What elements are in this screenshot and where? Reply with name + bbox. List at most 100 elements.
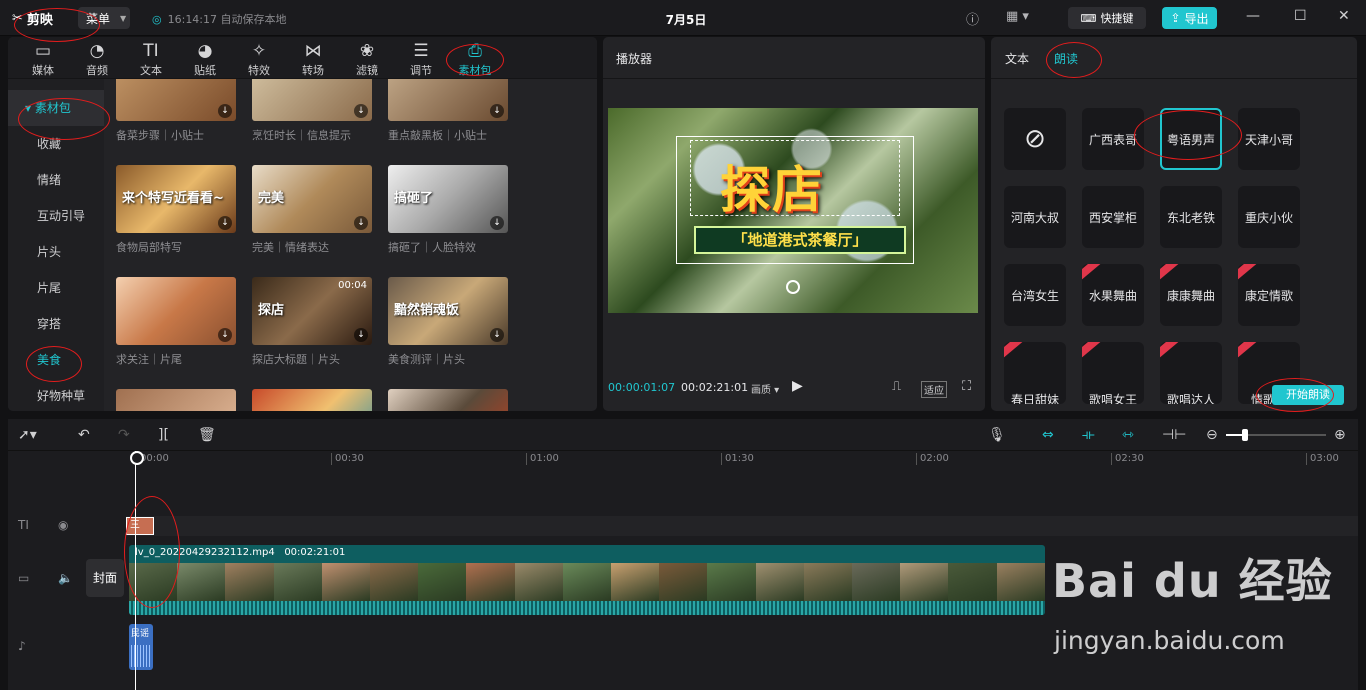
fullscreen-icon[interactable]: ⛶	[962, 379, 971, 394]
layout-icon[interactable]: ▦ ▾	[1006, 9, 1029, 24]
voice-option[interactable]: 康定情歌	[1238, 264, 1300, 326]
material-card[interactable]: ↓ 备菜步骤｜小贴士	[116, 79, 236, 143]
tab-effects[interactable]: ✧ 特效	[237, 40, 281, 78]
tab-text[interactable]: 文本	[1005, 50, 1029, 67]
keyboard-icon: ⌨	[1080, 11, 1097, 25]
material-card[interactable]: TODAY	[252, 389, 372, 411]
voice-option[interactable]: 歌唱女王	[1082, 342, 1144, 404]
download-icon[interactable]: ↓	[490, 328, 504, 342]
material-card[interactable]	[116, 389, 236, 411]
export-button[interactable]: ⇪ 导出	[1162, 7, 1217, 29]
rotate-handle-icon[interactable]	[786, 280, 800, 294]
download-icon[interactable]: ↓	[218, 328, 232, 342]
preview-axis-icon[interactable]: ⊣⊢	[1162, 427, 1186, 443]
voice-label: 东北老铁	[1166, 210, 1215, 225]
sidebar-item[interactable]: 互动引导	[8, 198, 104, 234]
close-icon[interactable]: ✕	[1338, 8, 1350, 24]
player-title: 播放器	[616, 52, 653, 66]
tab-filter[interactable]: ❀ 滤镜	[345, 40, 389, 78]
zoom-out-icon[interactable]: ⊖	[1206, 427, 1218, 443]
split-icon[interactable]: ][	[158, 427, 169, 443]
redo-icon[interactable]: ↷	[118, 427, 130, 443]
zoom-in-icon[interactable]: ⊕	[1334, 427, 1346, 443]
microphone-icon[interactable]: 🎙	[988, 427, 1006, 443]
speaker-icon[interactable]: 🔈	[58, 571, 73, 585]
sidebar-item[interactable]: 片尾	[8, 270, 104, 306]
voice-option[interactable]: 台湾女生	[1004, 264, 1066, 326]
undo-icon[interactable]: ↶	[78, 427, 90, 443]
download-icon[interactable]: ↓	[354, 104, 368, 118]
ruler-tick-label: 02:30	[1111, 453, 1144, 465]
minimize-icon[interactable]: —	[1246, 8, 1260, 24]
tab-adjust[interactable]: ☰ 调节	[399, 40, 443, 78]
audio-track-icon: ♪	[18, 639, 26, 653]
video-clip[interactable]: lv_0_20220429232112.mp4 00:02:21:01	[129, 545, 1045, 615]
material-card[interactable]: 探店 00:04 ↓ 探店大标题｜片头	[252, 277, 372, 367]
help-icon[interactable]: ⓘ	[966, 9, 979, 28]
maximize-icon[interactable]: ☐	[1294, 8, 1307, 24]
video-frame-thumbnail	[659, 563, 708, 601]
video-frame-thumbnail	[803, 563, 853, 601]
voice-option[interactable]: 河南大叔	[1004, 186, 1066, 248]
material-card[interactable]: 来个特写近看看~ ↓ 食物局部特写	[116, 165, 236, 255]
tab-sticker[interactable]: ◕ 贴纸	[183, 40, 227, 78]
material-card[interactable]: ↓ 求关注｜片尾	[116, 277, 236, 367]
tab-audio[interactable]: ◔ 音频	[75, 40, 119, 78]
voice-option[interactable]: 天津小哥	[1238, 108, 1300, 170]
play-icon[interactable]: ▶	[792, 378, 803, 394]
material-panel: ▭ 媒体 ◔ 音频 TI 文本 ◕ 贴纸 ✧ 特效 ⋈ 转场 ❀ 滤镜 ☰ 调节 ⎙ 素材包 ▾ 素材包 收藏 情绪互…	[8, 37, 597, 411]
sidebar-item[interactable]: 穿搭	[8, 306, 104, 342]
main-track-magnet-icon[interactable]: ⇔	[1042, 427, 1054, 443]
sidebar-item[interactable]: 片头	[8, 234, 104, 270]
video-frame-thumbnail	[321, 563, 371, 601]
linkage-icon[interactable]: ⇿	[1122, 427, 1134, 443]
project-title: 7月5日	[665, 13, 707, 27]
tab-label: 音频	[86, 64, 108, 77]
zoom-slider-handle[interactable]	[1242, 429, 1248, 441]
sidebar-item[interactable]: 情绪	[8, 162, 104, 198]
quality-select[interactable]: 画质 ▾	[751, 381, 779, 396]
material-label: 重点敲黑板｜小贴士	[388, 129, 487, 142]
shortcut-button[interactable]: ⌨ 快捷键	[1068, 7, 1146, 29]
material-card[interactable]: ↓ 烹饪时长｜信息提示	[252, 79, 372, 143]
voice-option[interactable]: 康康舞曲	[1160, 264, 1222, 326]
material-card[interactable]: 搞砸了 ↓ 搞砸了｜人脸特效	[388, 165, 508, 255]
tab-transition[interactable]: ⋈ 转场	[291, 40, 335, 78]
annotation-circle	[26, 346, 82, 382]
video-preview[interactable]: 探店 「地道港式茶餐厅」	[608, 108, 978, 313]
voice-option[interactable]: 西安掌柜	[1082, 186, 1144, 248]
category-tabs: ▭ 媒体 ◔ 音频 TI 文本 ◕ 贴纸 ✧ 特效 ⋈ 转场 ❀ 滤镜 ☰ 调节 ⎙ 素材包	[8, 37, 597, 79]
time-ruler[interactable]: 00:00 00:30 01:00 01:30 02:00 02:30 03:00	[128, 451, 1358, 467]
download-icon[interactable]: ↓	[354, 216, 368, 230]
waveform-icon[interactable]: ⎍	[892, 379, 901, 394]
voice-option[interactable]: 东北老铁	[1160, 186, 1222, 248]
tab-text[interactable]: TI 文本	[129, 40, 173, 78]
title-bar: ✂ 剪映 菜单 ▼ ◎ 16:14:17 自动保存本地 7月5日 ⓘ ▦ ▾ ⌨…	[0, 0, 1366, 36]
voice-none-option[interactable]: ⊘	[1004, 108, 1066, 170]
auto-snap-icon[interactable]: ⟛	[1082, 427, 1095, 443]
select-pointer-icon[interactable]: ➚▾	[18, 427, 37, 443]
voice-option[interactable]: 重庆小伙	[1238, 186, 1300, 248]
material-card[interactable]: ↓ 重点敲黑板｜小贴士	[388, 79, 508, 143]
download-icon[interactable]: ↓	[490, 104, 504, 118]
tab-media[interactable]: ▭ 媒体	[21, 40, 65, 78]
fit-ratio-button[interactable]: 适应	[921, 381, 947, 398]
voice-option[interactable]: 春日甜妹	[1004, 342, 1066, 404]
download-icon[interactable]: ↓	[218, 216, 232, 230]
voice-option[interactable]: 歌唱达人	[1160, 342, 1222, 404]
voice-option[interactable]: 水果舞曲	[1082, 264, 1144, 326]
zoom-slider[interactable]	[1226, 429, 1326, 441]
timeline-toolbar: ➚▾ ↶ ↷ ][ 🗑 🎙 ⇔ ⟛ ⇿ ⊣⊢ ⊖ ⊕	[8, 419, 1358, 451]
material-card[interactable]: 完美 ↓ 完美｜情绪表达	[252, 165, 372, 255]
download-icon[interactable]: ↓	[354, 328, 368, 342]
download-icon[interactable]: ↓	[490, 216, 504, 230]
delete-icon[interactable]: 🗑	[198, 427, 216, 443]
audio-clip[interactable]: 民谣	[129, 624, 153, 670]
video-subtitle-text: 「地道港式茶餐厅」	[694, 226, 906, 254]
eye-icon[interactable]: ◉	[58, 518, 68, 532]
cover-button[interactable]: 封面	[86, 559, 124, 597]
download-icon[interactable]: ↓	[218, 104, 232, 118]
material-card[interactable]	[388, 389, 508, 411]
material-card[interactable]: 黯然销魂饭 ↓ 美食测评｜片头	[388, 277, 508, 367]
sidebar-item[interactable]: 好物种草	[8, 378, 104, 411]
